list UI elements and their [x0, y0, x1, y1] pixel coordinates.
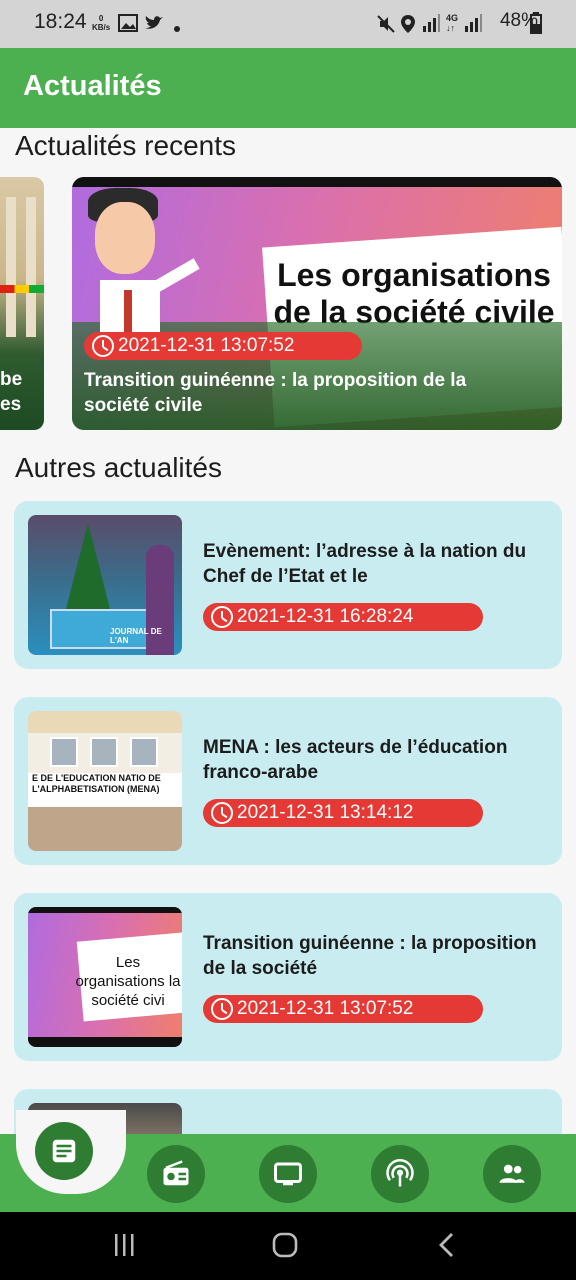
article-icon — [52, 1139, 76, 1163]
clock-icon — [211, 998, 233, 1020]
gallery-icon — [118, 14, 138, 32]
nav-radio-button[interactable] — [147, 1145, 205, 1203]
news-thumbnail: E DE L'EDUCATION NATIO DE L'ALPHABETISAT… — [28, 711, 182, 851]
app-bar: Actualités — [0, 48, 576, 128]
radio-icon — [163, 1160, 189, 1186]
net-speed: 0 KB/s — [92, 14, 111, 32]
news-date: 2021-12-31 16:28:24 — [237, 606, 414, 627]
system-navigation-bar — [0, 1212, 576, 1280]
location-icon — [401, 15, 415, 33]
tv-icon — [274, 1162, 302, 1186]
dot-icon — [174, 26, 180, 32]
clock-icon — [211, 606, 233, 628]
recent-apps-icon[interactable] — [112, 1232, 136, 1258]
news-date-chip: 2021-12-31 13:07:52 — [203, 995, 483, 1023]
status-bar: 18:24 0 KB/s 4G ↓↑ 48% — [0, 0, 576, 48]
nav-news-button[interactable] — [35, 1122, 93, 1180]
news-date-chip: 2021-12-31 16:28:24 — [203, 603, 483, 631]
home-icon[interactable] — [272, 1232, 300, 1260]
partial-card-text-1: be — [0, 369, 23, 390]
status-time: 18:24 — [34, 10, 87, 33]
signal-icon — [423, 14, 440, 32]
back-icon[interactable] — [436, 1232, 456, 1260]
carousel-card-partial[interactable]: be es — [0, 177, 44, 430]
clock-icon — [211, 802, 233, 824]
news-title: MENA : les acteurs de l’éducation franco… — [203, 737, 508, 783]
news-thumbnail: Les organisations la société civi — [28, 907, 182, 1047]
others-section-title: Autres actualités — [15, 452, 222, 483]
4g-icon: 4G ↓↑ — [446, 13, 459, 33]
podcast-icon — [386, 1159, 414, 1187]
news-card[interactable]: JOURNAL DE L'AN Evènement: l’adresse à l… — [14, 501, 562, 669]
recent-section-title: Actualités recents — [15, 130, 236, 161]
carousel-date-chip: 2021-12-31 13:07:52 — [84, 332, 362, 360]
people-icon — [499, 1164, 525, 1183]
nav-tv-button[interactable] — [259, 1145, 317, 1203]
twitter-icon — [145, 16, 163, 29]
carousel-date: 2021-12-31 13:07:52 — [118, 335, 295, 356]
news-thumbnail: JOURNAL DE L'AN — [28, 515, 182, 655]
page-title: Actualités — [23, 70, 162, 102]
thumbnail-board-text: Les organisations de la société civile — [273, 257, 555, 330]
news-card[interactable]: E DE L'EDUCATION NATIO DE L'ALPHABETISAT… — [14, 697, 562, 865]
news-card[interactable]: Les organisations la société civi Transi… — [14, 893, 562, 1061]
nav-podcast-button[interactable] — [371, 1145, 429, 1203]
mute-icon — [377, 15, 395, 33]
news-date: 2021-12-31 13:14:12 — [237, 802, 414, 823]
news-title: Evènement: l’adresse à la nation du Chef… — [203, 541, 527, 587]
signal-icon-2 — [465, 14, 482, 32]
partial-card-text-2: es — [0, 394, 22, 415]
clock-icon — [92, 335, 114, 357]
carousel-card-title: Transition guinéenne : la proposition de… — [84, 370, 467, 416]
news-date-chip: 2021-12-31 13:14:12 — [203, 799, 483, 827]
news-date: 2021-12-31 13:07:52 — [237, 998, 414, 1019]
nav-community-button[interactable] — [483, 1145, 541, 1203]
news-title: Transition guinéenne : la proposition de… — [203, 933, 537, 979]
battery-icon — [530, 12, 542, 34]
